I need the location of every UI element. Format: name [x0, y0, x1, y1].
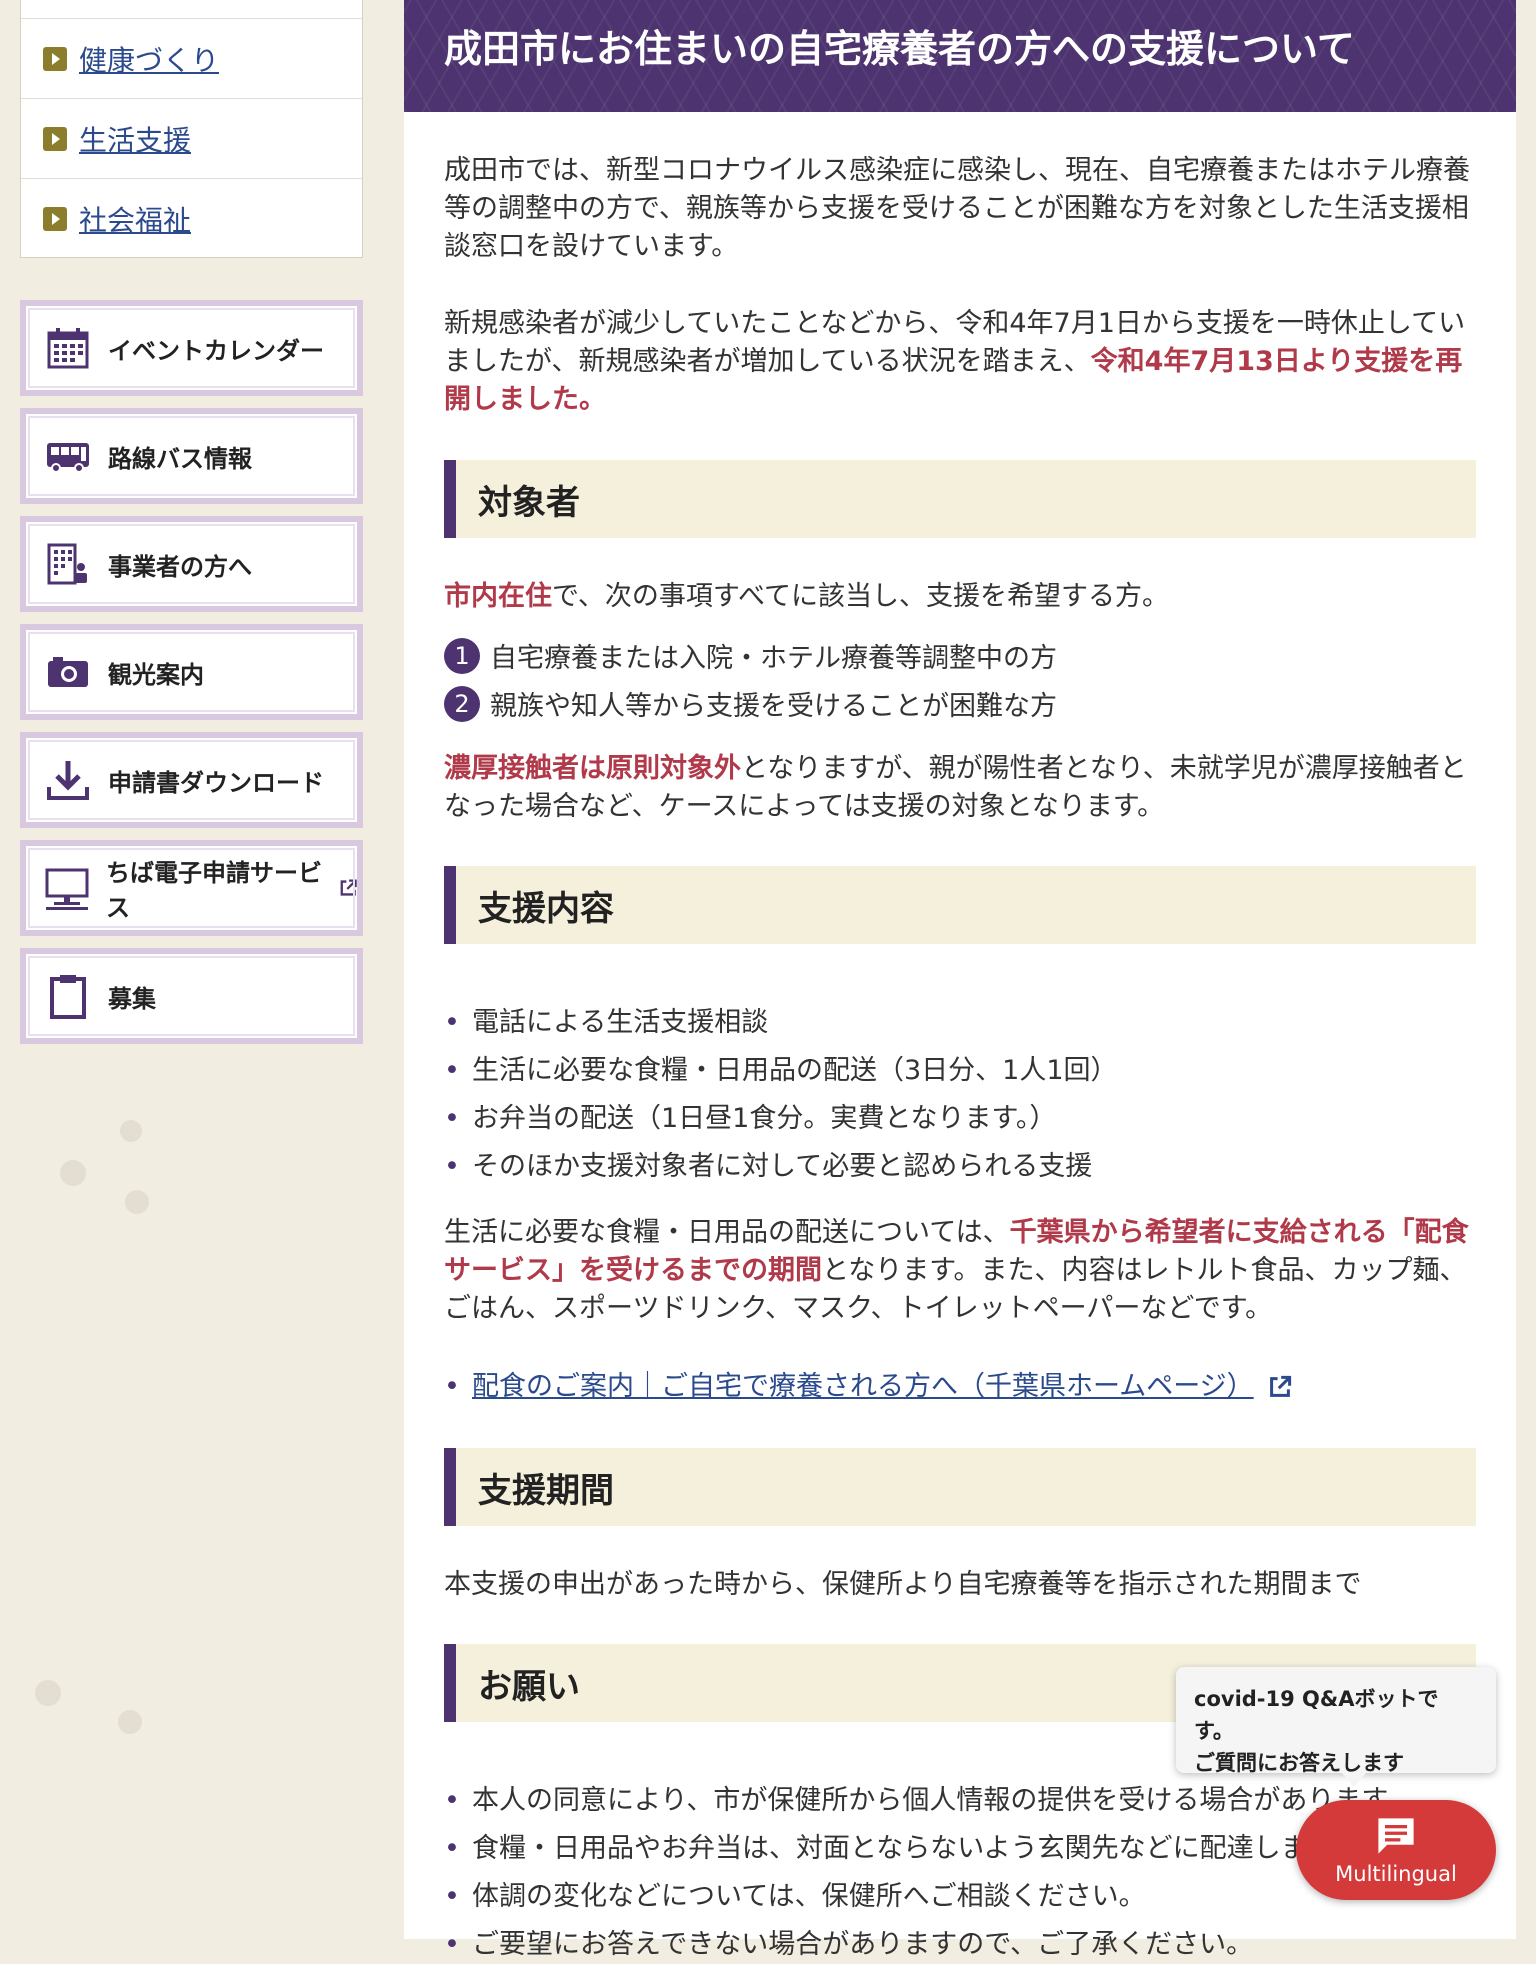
menu-label: 募集: [108, 983, 156, 1013]
download-icon: [44, 756, 92, 804]
subnav-link[interactable]: 社会福祉: [79, 199, 191, 239]
bg-dot: [118, 1710, 142, 1734]
play-arrow-icon: [43, 46, 67, 71]
menu-bus-info[interactable]: 路線バス情報: [20, 408, 363, 504]
bg-dot: [35, 1680, 61, 1706]
chat-icon: [1378, 1818, 1414, 1854]
bg-dot: [125, 1190, 149, 1214]
menu-tourism[interactable]: 観光案内: [20, 624, 363, 720]
food-text: 生活に必要な食糧・日用品の配送については、: [444, 1217, 1010, 1248]
resume-paragraph: 新規感染者が減少していたことなどから、令和4年7月1日から支援を一時休止していま…: [444, 305, 1476, 419]
chat-button-label: Multilingual: [1335, 1862, 1457, 1886]
menu-chiba-e-application[interactable]: ちば電子申請サービス: [20, 840, 363, 936]
menu-label: 申請書ダウンロード: [108, 767, 324, 797]
subnav-item[interactable]: 生活支援: [21, 98, 362, 178]
numbered-item: 2 親族や知人等から支援を受けることが困難な方: [444, 684, 1057, 723]
numbered-item-text: 親族や知人等から支援を受けることが困難な方: [490, 691, 1057, 722]
menu-event-calendar[interactable]: イベントカレンダー: [20, 300, 363, 396]
play-arrow-icon: [43, 126, 67, 151]
menu-label: ちば電子申請サービス: [106, 858, 322, 922]
number-badge: 2: [444, 685, 480, 722]
heading-text: お願い: [478, 1666, 580, 1707]
period-text: 本支援の申出があった時から、保健所より自宅療養等を指示された期間まで: [444, 1569, 1362, 1600]
section-heading-target: 対象者: [444, 460, 1476, 538]
menu-recruitment[interactable]: 募集: [20, 948, 363, 1044]
bg-dot: [60, 1160, 86, 1186]
intro-paragraph: 成田市では、新型コロナウイルス感染症に感染し、現在、自宅療養またはホテル療養等の…: [444, 155, 1470, 262]
chatbot-bubble[interactable]: covid-19 Q&Aボットです。 ご質問にお答えします: [1176, 1667, 1496, 1787]
monitor-icon: [44, 864, 90, 912]
subnav-link[interactable]: 生活支援: [79, 119, 191, 159]
bg-dot: [120, 1120, 142, 1142]
list-item: お弁当の配送（1日昼1食分。実費となります。）: [444, 1100, 1476, 1138]
list-item: 生活に必要な食糧・日用品の配送（3日分、1人1回）: [444, 1052, 1476, 1090]
chiba-meal-service-link[interactable]: 配食のご案内｜ご自宅で療養される方へ（千葉県ホームページ）: [472, 1371, 1254, 1402]
subnav-item[interactable]: 社会福祉: [21, 178, 362, 258]
camera-icon: [44, 648, 92, 696]
chatbot-line2: ご質問にお答えします: [1194, 1751, 1404, 1775]
list-item: ご要望にお答えできない場合がありますので、ご了承ください。: [444, 1926, 1476, 1964]
number-badge: 1: [444, 637, 480, 674]
target-lead: 市内在住で、次の事項すべてに該当し、支援を希望する方。: [444, 578, 1476, 616]
menu-business[interactable]: 事業者の方へ: [20, 516, 363, 612]
external-link-icon: [1270, 1375, 1292, 1397]
list-item: そのほか支援対象者に対して必要と認められる支援: [444, 1148, 1476, 1186]
bus-icon: [44, 432, 92, 480]
multilingual-chat-button[interactable]: Multilingual: [1296, 1800, 1496, 1900]
page-header: 成田市にお住まいの自宅療養者の方への支援について: [404, 0, 1516, 112]
menu-label: 事業者の方へ: [108, 551, 252, 581]
menu-label: イベントカレンダー: [108, 335, 324, 365]
section-heading-period: 支援期間: [444, 1448, 1476, 1526]
link-item: 配食のご案内｜ご自宅で療養される方へ（千葉県ホームページ）: [444, 1368, 1476, 1406]
chatbot-line1: covid-19 Q&Aボットです。: [1194, 1687, 1439, 1743]
menu-label: 路線バス情報: [108, 443, 252, 473]
external-link-icon: [340, 879, 357, 896]
clipboard-icon: [44, 972, 92, 1020]
subnav-item[interactable]: 健康づくり: [21, 18, 362, 98]
target-lead-highlight: 市内在住: [444, 581, 552, 612]
target-lead-text: で、次の事項すべてに該当し、支援を希望する方。: [552, 581, 1169, 612]
food-paragraph: 生活に必要な食糧・日用品の配送については、千葉県から希望者に支給される「配食サー…: [444, 1214, 1476, 1328]
building-icon: [44, 540, 92, 588]
play-arrow-icon: [43, 206, 67, 231]
section-heading-content: 支援内容: [444, 866, 1476, 944]
subnav: 健康づくり 生活支援 社会福祉: [20, 0, 363, 258]
numbered-item: 1 自宅療養または入院・ホテル療養等調整中の方: [444, 636, 1057, 675]
menu-forms-download[interactable]: 申請書ダウンロード: [20, 732, 363, 828]
calendar-icon: [44, 324, 92, 372]
numbered-item-text: 自宅療養または入院・ホテル療養等調整中の方: [490, 643, 1057, 674]
target-note: 濃厚接触者は原則対象外となりますが、親が陽性者となり、未就学児が濃厚接触者となっ…: [444, 750, 1476, 826]
heading-text: 対象者: [478, 482, 580, 523]
subnav-link[interactable]: 健康づくり: [79, 39, 219, 79]
menu-label: 観光案内: [108, 659, 204, 689]
target-note-highlight: 濃厚接触者は原則対象外: [444, 753, 741, 784]
list-item: 電話による生活支援相談: [444, 1004, 1476, 1042]
main-content: 成田市にお住まいの自宅療養者の方への支援について 成田市では、新型コロナウイルス…: [404, 0, 1516, 1964]
page-title: 成田市にお住まいの自宅療養者の方への支援について: [444, 26, 1355, 71]
heading-text: 支援内容: [478, 888, 614, 929]
heading-text: 支援期間: [478, 1470, 614, 1511]
